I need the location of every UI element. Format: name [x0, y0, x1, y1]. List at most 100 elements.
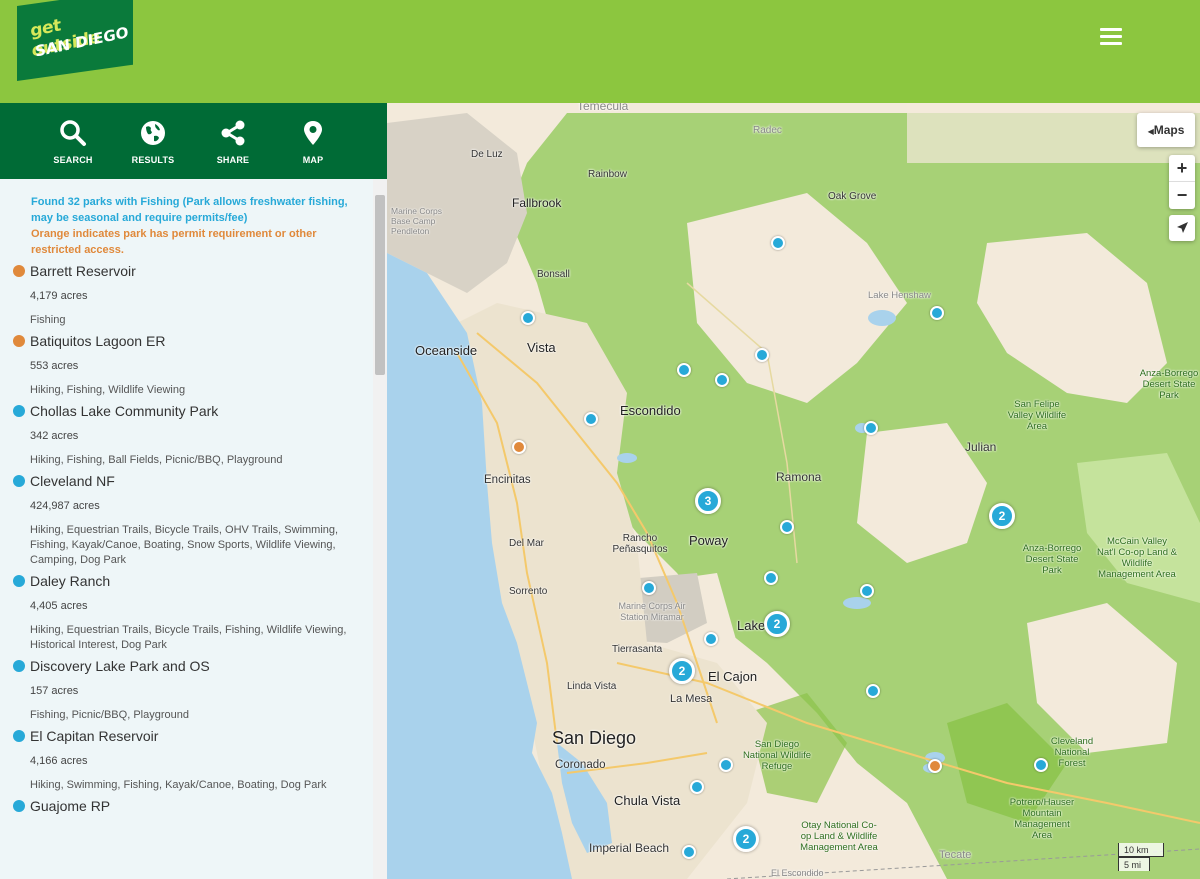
- results-tab[interactable]: RESULTS: [113, 103, 193, 179]
- map-label-encinitas: Encinitas: [484, 474, 531, 486]
- locate-button[interactable]: [1169, 215, 1195, 241]
- park-list-item[interactable]: Cleveland NF 424,987 acres Hiking, Equestr…: [0, 468, 387, 568]
- map-label-henshaw: Lake Henshaw: [868, 290, 931, 301]
- park-acres: 424,987 acres: [30, 500, 100, 512]
- park-marker[interactable]: [682, 845, 696, 859]
- map-label-coronado: Coronado: [555, 759, 606, 771]
- share-tab[interactable]: SHARE: [193, 103, 273, 179]
- park-marker-restricted[interactable]: [512, 440, 526, 454]
- maps-layer-button[interactable]: ◀Maps: [1137, 113, 1195, 147]
- park-marker-dot: [13, 265, 25, 277]
- map-label-ramona: Ramona: [776, 470, 822, 484]
- park-name[interactable]: Guajome RP: [30, 793, 387, 815]
- park-marker[interactable]: [860, 584, 874, 598]
- park-name[interactable]: Discovery Lake Park and OS: [30, 653, 387, 675]
- park-marker[interactable]: [521, 311, 535, 325]
- park-name[interactable]: Chollas Lake Community Park: [30, 398, 387, 420]
- park-activities: Hiking, Equestrian Trails, Bicycle Trail…: [30, 624, 347, 651]
- park-activities: Hiking, Fishing, Ball Fields, Picnic/BBQ…: [30, 454, 283, 466]
- park-list-item[interactable]: Batiquitos Lagoon ER 553 acres Hiking, Fis…: [0, 328, 387, 398]
- zoom-out-button[interactable]: −: [1169, 182, 1195, 209]
- park-list-item[interactable]: Daley Ranch 4,405 acres Hiking, Equestrian…: [0, 568, 387, 653]
- map-label-sandiego: San Diego: [552, 728, 637, 748]
- park-activities: Hiking, Swimming, Fishing, Kayak/Canoe, …: [30, 779, 327, 791]
- results-sidebar: Found 32 parks with Fishing (Park allows…: [0, 179, 387, 879]
- park-cluster[interactable]: 3: [695, 488, 721, 514]
- park-name[interactable]: Cleveland NF: [30, 468, 387, 490]
- park-marker-dot: [13, 335, 25, 347]
- zoom-control: + −: [1169, 155, 1195, 209]
- park-marker[interactable]: [930, 306, 944, 320]
- park-activities: Fishing: [30, 314, 66, 326]
- park-marker[interactable]: [780, 520, 794, 534]
- map-label-rainbow: Rainbow: [588, 169, 627, 180]
- site-header: get outside SAN DIEGO: [0, 0, 1200, 103]
- zoom-in-button[interactable]: +: [1169, 155, 1195, 182]
- search-icon: [60, 120, 86, 146]
- park-marker[interactable]: [755, 348, 769, 362]
- park-marker[interactable]: [1034, 758, 1048, 772]
- map-label-miramar: Marine Corps Air Station Miramar: [618, 601, 686, 622]
- map-label-radec: Radec: [753, 125, 782, 136]
- park-marker[interactable]: [677, 363, 691, 377]
- park-cluster[interactable]: 2: [764, 611, 790, 637]
- map-label-poway: Poway: [689, 533, 729, 548]
- park-cluster[interactable]: 2: [669, 658, 695, 684]
- park-name[interactable]: Daley Ranch: [30, 568, 387, 590]
- park-marker[interactable]: [719, 758, 733, 772]
- park-activities: Hiking, Equestrian Trails, Bicycle Trail…: [30, 524, 339, 566]
- map-label-lamesa: La Mesa: [670, 693, 713, 705]
- park-list-item[interactable]: Discovery Lake Park and OS 157 acres Fishi…: [0, 653, 387, 723]
- park-marker-dot: [13, 800, 25, 812]
- globe-icon: [141, 121, 165, 145]
- park-marker[interactable]: [642, 581, 656, 595]
- sidebar-scrollbar[interactable]: [373, 179, 387, 879]
- park-activities: Hiking, Fishing, Wildlife Viewing: [30, 384, 186, 396]
- map-label-chulavista: Chula Vista: [614, 793, 681, 808]
- scale-mi: 5 mi: [1118, 857, 1150, 871]
- map-label-vista: Vista: [527, 340, 556, 355]
- park-acres: 4,405 acres: [30, 600, 88, 612]
- park-name[interactable]: El Capitan Reservoir: [30, 723, 387, 745]
- park-marker[interactable]: [771, 236, 785, 250]
- park-marker[interactable]: [704, 632, 718, 646]
- site-logo[interactable]: get outside SAN DIEGO: [17, 0, 133, 81]
- search-tab-label: SEARCH: [53, 155, 93, 165]
- map-label-deluz: De Luz: [471, 149, 503, 160]
- map-label-delmar: Del Mar: [509, 538, 545, 549]
- map-label-bonsall: Bonsall: [537, 269, 570, 280]
- map-label-tecate: Tecate: [939, 849, 972, 861]
- hamburger-menu-icon[interactable]: [1100, 28, 1122, 46]
- map-tab[interactable]: MAP: [273, 103, 353, 179]
- park-marker[interactable]: [866, 684, 880, 698]
- park-marker[interactable]: [764, 571, 778, 585]
- map-label-imperial: Imperial Beach: [589, 841, 670, 855]
- map-label-lindavista: Linda Vista: [567, 681, 617, 692]
- scrollbar-thumb[interactable]: [375, 195, 385, 375]
- map-label-elescondido: El Escondido: [771, 868, 824, 878]
- park-map[interactable]: Temecula Radec De Luz Rainbow Fallbrook …: [387, 103, 1200, 879]
- park-marker[interactable]: [864, 421, 878, 435]
- park-list-item[interactable]: Guajome RP: [0, 793, 387, 815]
- park-marker[interactable]: [584, 412, 598, 426]
- park-name[interactable]: Batiquitos Lagoon ER: [30, 328, 387, 350]
- park-cluster[interactable]: 2: [989, 503, 1015, 529]
- scale-km: 10 km: [1118, 843, 1164, 857]
- park-marker[interactable]: [690, 780, 704, 794]
- park-name[interactable]: Barrett Reservoir: [30, 258, 387, 280]
- park-cluster[interactable]: 2: [733, 826, 759, 852]
- park-marker[interactable]: [715, 373, 729, 387]
- map-tab-label: MAP: [302, 155, 324, 165]
- map-label-tierrasanta: Tierrasanta: [612, 644, 663, 655]
- park-list-item[interactable]: El Capitan Reservoir 4,166 acres Hiking, S…: [0, 723, 387, 793]
- map-label-potrero: Potrero/Hauser Mountain Management Area: [1009, 797, 1075, 841]
- park-list-item[interactable]: Barrett Reservoir 4,179 acres Fishing: [0, 258, 387, 328]
- sidebar-toolbar: SEARCH RESULTS SHARE MAP: [0, 103, 387, 179]
- park-acres: 157 acres: [30, 685, 79, 697]
- park-marker-restricted[interactable]: [928, 759, 942, 773]
- map-label-temecula: Temecula: [577, 103, 629, 113]
- search-tab[interactable]: SEARCH: [33, 103, 113, 179]
- park-marker-dot: [13, 660, 25, 672]
- park-marker-dot: [13, 575, 25, 587]
- park-list-item[interactable]: Chollas Lake Community Park 342 acres Hiki…: [0, 398, 387, 468]
